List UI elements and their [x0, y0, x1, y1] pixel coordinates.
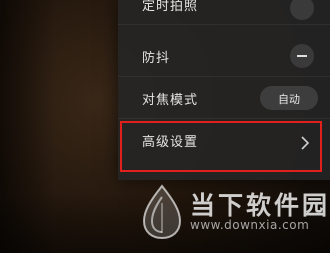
minus-icon — [297, 55, 307, 57]
watermark-url: www.downxia.com — [190, 218, 310, 232]
focus-mode-value: 自动 — [278, 93, 300, 106]
focus-mode-value-button[interactable]: 自动 — [260, 86, 318, 110]
advanced-settings-highlight — [120, 121, 322, 172]
settings-row-label: 防抖 — [142, 51, 171, 66]
leaf-drop-logo-icon — [138, 183, 186, 241]
settings-row-label: 定时拍照 — [142, 0, 199, 14]
settings-row-label: 对焦模式 — [142, 93, 199, 108]
settings-row-focus-mode[interactable]: 对焦模式 自动 — [118, 78, 330, 119]
watermark-name: 当下软件园 — [190, 191, 330, 220]
settings-row-timer[interactable]: 定时拍照 — [118, 0, 330, 25]
antishake-toggle[interactable] — [290, 44, 314, 68]
settings-row-antishake[interactable]: 防抖 — [118, 36, 330, 77]
timer-toggle[interactable] — [290, 0, 314, 20]
